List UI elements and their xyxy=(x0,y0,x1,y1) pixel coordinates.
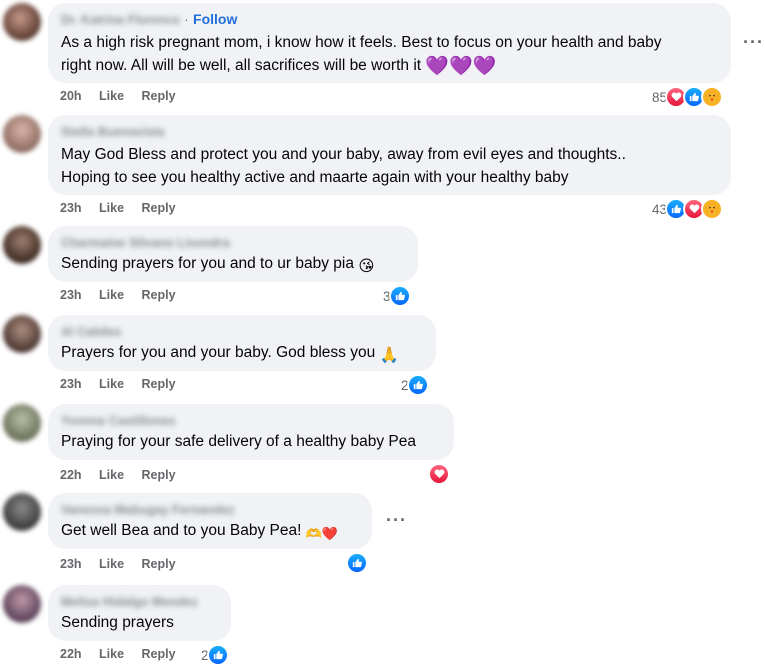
comment-author[interactable]: Stella Buenavista xyxy=(61,124,165,141)
like-icon xyxy=(388,285,411,307)
reply-button[interactable]: Reply xyxy=(142,288,176,302)
purple-heart-emoji: 💜💜💜 xyxy=(425,56,497,77)
avatar[interactable] xyxy=(3,585,41,623)
timestamp[interactable]: 22h xyxy=(60,647,82,661)
comment-actions: 23h Like Reply xyxy=(60,201,190,215)
reaction-summary[interactable]: 2 xyxy=(401,374,429,396)
like-button[interactable]: Like xyxy=(99,288,124,302)
comment-bubble: Al Cabiles Prayers for you and your baby… xyxy=(48,315,436,371)
reaction-summary[interactable] xyxy=(428,463,450,485)
like-icon xyxy=(406,374,429,396)
more-options-icon[interactable]: ··· xyxy=(386,510,407,531)
praying-hands-emoji: 🙏 xyxy=(379,347,399,364)
comment-text: Sending prayers xyxy=(61,614,174,631)
reaction-summary[interactable] xyxy=(346,552,368,574)
timestamp[interactable]: 23h xyxy=(60,201,82,215)
reply-button[interactable]: Reply xyxy=(142,647,176,661)
avatar[interactable] xyxy=(3,115,41,153)
comment-text: May God Bless and protect you and your b… xyxy=(61,146,626,186)
care-icon xyxy=(701,198,724,220)
kiss-emoji: 😘 xyxy=(358,258,375,275)
like-button[interactable]: Like xyxy=(99,647,124,661)
comment-author[interactable]: Melisa Hidalgo Mendez xyxy=(61,594,198,611)
comment-text: Get well Bea and to you Baby Pea! 🫶❤️ xyxy=(61,519,360,545)
reply-button[interactable]: Reply xyxy=(142,468,176,482)
comment-text: Sending prayers for you and to ur baby p… xyxy=(61,252,406,278)
comment-author[interactable]: Al Cabiles xyxy=(61,324,121,341)
avatar[interactable] xyxy=(3,493,41,531)
avatar[interactable] xyxy=(3,3,41,41)
comment-bubble: Charmaine Silvano Lisondra Sending praye… xyxy=(48,226,418,282)
reply-button[interactable]: Reply xyxy=(142,201,176,215)
like-icon xyxy=(206,644,229,666)
comment-text: Praying for your safe delivery of a heal… xyxy=(61,433,416,450)
like-button[interactable]: Like xyxy=(99,89,124,103)
comment-actions: 23h Like Reply xyxy=(60,557,190,571)
like-button[interactable]: Like xyxy=(99,557,124,571)
comment-author[interactable]: Charmaine Silvano Lisondra xyxy=(61,235,230,252)
avatar[interactable] xyxy=(3,315,41,353)
like-icon xyxy=(346,552,368,574)
comment-author[interactable]: Yvonne Castillones xyxy=(61,413,176,430)
comment-actions: 20h Like Reply xyxy=(60,89,190,103)
reaction-summary[interactable]: 3 xyxy=(383,285,411,307)
comment-actions: 22h Like Reply xyxy=(60,468,190,482)
comment-actions: 23h Like Reply xyxy=(60,377,190,391)
heart-hands-emoji: 🫶❤️ xyxy=(305,526,339,541)
comment-bubble: Vanessa Mabugay Fernandez Get well Bea a… xyxy=(48,493,372,549)
like-button[interactable]: Like xyxy=(99,377,124,391)
reply-button[interactable]: Reply xyxy=(142,89,176,103)
timestamp[interactable]: 23h xyxy=(60,557,82,571)
comment-bubble: Melisa Hidalgo Mendez Sending prayers xyxy=(48,585,231,641)
comment-author[interactable]: Vanessa Mabugay Fernandez xyxy=(61,502,235,519)
care-icon xyxy=(701,86,724,108)
follow-link[interactable]: Follow xyxy=(193,11,237,27)
timestamp[interactable]: 23h xyxy=(60,377,82,391)
reply-button[interactable]: Reply xyxy=(142,377,176,391)
more-options-icon[interactable]: ··· xyxy=(743,32,764,53)
comment-bubble: Stella Buenavista May God Bless and prot… xyxy=(48,115,731,195)
like-button[interactable]: Like xyxy=(99,468,124,482)
comment-bubble: Yvonne Castillones Praying for your safe… xyxy=(48,404,454,460)
comment-text: Prayers for you and your baby. God bless… xyxy=(61,341,424,367)
timestamp[interactable]: 23h xyxy=(60,288,82,302)
reaction-summary[interactable]: 2 xyxy=(201,644,229,666)
comment-actions: 22h Like Reply xyxy=(60,647,190,661)
timestamp[interactable]: 22h xyxy=(60,468,82,482)
comment-actions: 23h Like Reply xyxy=(60,288,190,302)
timestamp[interactable]: 20h xyxy=(60,89,82,103)
like-button[interactable]: Like xyxy=(99,201,124,215)
comment-author[interactable]: Dr. Katrina Florence xyxy=(61,12,180,29)
avatar[interactable] xyxy=(3,404,41,442)
avatar[interactable] xyxy=(3,226,41,264)
comment-bubble: Dr. Katrina Florence · Follow As a high … xyxy=(48,3,731,83)
love-icon xyxy=(428,463,450,485)
reply-button[interactable]: Reply xyxy=(142,557,176,571)
reaction-summary[interactable]: 85 xyxy=(652,86,724,108)
comment-text: As a high risk pregnant mom, i know how … xyxy=(61,34,662,77)
reaction-summary[interactable]: 43 xyxy=(652,198,724,220)
